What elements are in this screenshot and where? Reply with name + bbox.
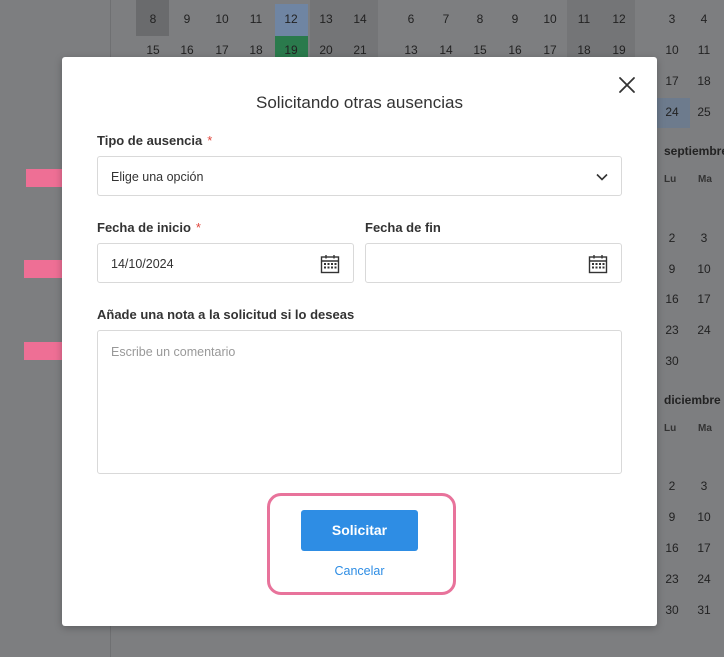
start-date-value: 14/10/2024 bbox=[111, 257, 174, 271]
absence-request-modal: Solicitando otras ausencias Tipo de ause… bbox=[62, 57, 657, 626]
absence-type-select[interactable]: Elige una opción bbox=[97, 156, 622, 196]
calendar-day: 13 bbox=[404, 43, 418, 57]
calendar-day: 8 bbox=[476, 12, 484, 26]
note-label: Añade una nota a la solicitud si lo dese… bbox=[97, 307, 355, 322]
calendar-day: 2 bbox=[668, 479, 676, 493]
calendar-day: 24 bbox=[697, 323, 711, 337]
calendar-day: 3 bbox=[700, 231, 708, 245]
weekday-header: Lu bbox=[664, 174, 677, 185]
calendar-day: 31 bbox=[697, 603, 711, 617]
calendar-day: 7 bbox=[442, 12, 450, 26]
calendar-day: 15 bbox=[473, 43, 487, 57]
calendar-day: 24 bbox=[665, 105, 679, 119]
required-mark: * bbox=[195, 220, 201, 235]
calendar-day: 13 bbox=[319, 12, 333, 26]
calendar-day: 9 bbox=[511, 12, 519, 26]
modal-title: Solicitando otras ausencias bbox=[256, 93, 463, 112]
submit-button[interactable]: Solicitar bbox=[301, 510, 418, 551]
calendar-day: 3 bbox=[700, 479, 708, 493]
month-title: diciembre bbox=[664, 393, 721, 407]
note-placeholder: Escribe un comentario bbox=[111, 345, 236, 359]
weekday-header: Ma bbox=[698, 174, 712, 185]
calendar-day: 10 bbox=[215, 12, 229, 26]
calendar-day: 19 bbox=[612, 43, 626, 57]
calendar-day: 14 bbox=[353, 12, 367, 26]
calendar-day: 6 bbox=[407, 12, 415, 26]
calendar-day: 20 bbox=[319, 43, 333, 57]
calendar-day: 2 bbox=[668, 231, 676, 245]
calendar-day: 16 bbox=[665, 292, 679, 306]
calendar-day: 11 bbox=[249, 12, 263, 26]
month-title: septiembre bbox=[664, 144, 724, 158]
calendar-day: 17 bbox=[215, 43, 229, 57]
chevron-down-icon bbox=[596, 173, 608, 181]
weekday-header: Lu bbox=[664, 423, 677, 434]
calendar-day: 16 bbox=[665, 541, 679, 555]
calendar-day: 12 bbox=[284, 12, 298, 26]
calendar-day: 10 bbox=[543, 12, 557, 26]
start-date-label: Fecha de inicio * bbox=[97, 220, 201, 235]
absence-type-placeholder: Elige una opción bbox=[111, 170, 204, 184]
calendar-day: 18 bbox=[697, 74, 711, 88]
calendar-day: 9 bbox=[668, 262, 676, 276]
calendar-day: 30 bbox=[665, 354, 679, 368]
calendar-icon[interactable] bbox=[588, 254, 608, 274]
close-icon[interactable] bbox=[617, 75, 637, 95]
calendar-icon[interactable] bbox=[320, 254, 340, 274]
calendar-day: 21 bbox=[353, 43, 367, 57]
calendar-day: 19 bbox=[284, 43, 298, 57]
required-mark: * bbox=[207, 133, 213, 148]
calendar-day: 16 bbox=[180, 43, 194, 57]
calendar-day: 3 bbox=[668, 12, 676, 26]
calendar-day: 17 bbox=[697, 292, 711, 306]
note-textarea[interactable]: Escribe un comentario bbox=[97, 330, 622, 474]
cancel-link[interactable]: Cancelar bbox=[301, 564, 418, 578]
calendar-day: 12 bbox=[612, 12, 626, 26]
absence-type-label: Tipo de ausencia * bbox=[97, 133, 213, 148]
end-date-input[interactable] bbox=[365, 243, 622, 283]
calendar-day: 25 bbox=[697, 105, 711, 119]
calendar-day: 15 bbox=[146, 43, 160, 57]
calendar-day: 14 bbox=[439, 43, 453, 57]
calendar-day: 18 bbox=[249, 43, 263, 57]
calendar-day: 17 bbox=[543, 43, 557, 57]
end-date-label: Fecha de fin bbox=[365, 220, 441, 235]
calendar-day: 10 bbox=[697, 510, 711, 524]
calendar-day: 17 bbox=[697, 541, 711, 555]
calendar-day: 30 bbox=[665, 603, 679, 617]
weekday-header: Ma bbox=[698, 423, 712, 434]
calendar-day: 9 bbox=[183, 12, 191, 26]
calendar-day: 23 bbox=[665, 323, 679, 337]
start-date-input[interactable]: 14/10/2024 bbox=[97, 243, 354, 283]
calendar-day: 23 bbox=[665, 572, 679, 586]
calendar-day: 9 bbox=[668, 510, 676, 524]
calendar-day: 10 bbox=[665, 43, 679, 57]
calendar-day: 16 bbox=[508, 43, 522, 57]
calendar-day: 8 bbox=[149, 12, 157, 26]
calendar-day: 18 bbox=[577, 43, 591, 57]
calendar-day: 10 bbox=[697, 262, 711, 276]
calendar-day: 11 bbox=[577, 12, 591, 26]
calendar-day: 24 bbox=[697, 572, 711, 586]
calendar-day: 11 bbox=[697, 43, 711, 57]
calendar-day: 17 bbox=[665, 74, 679, 88]
calendar-day: 4 bbox=[700, 12, 708, 26]
